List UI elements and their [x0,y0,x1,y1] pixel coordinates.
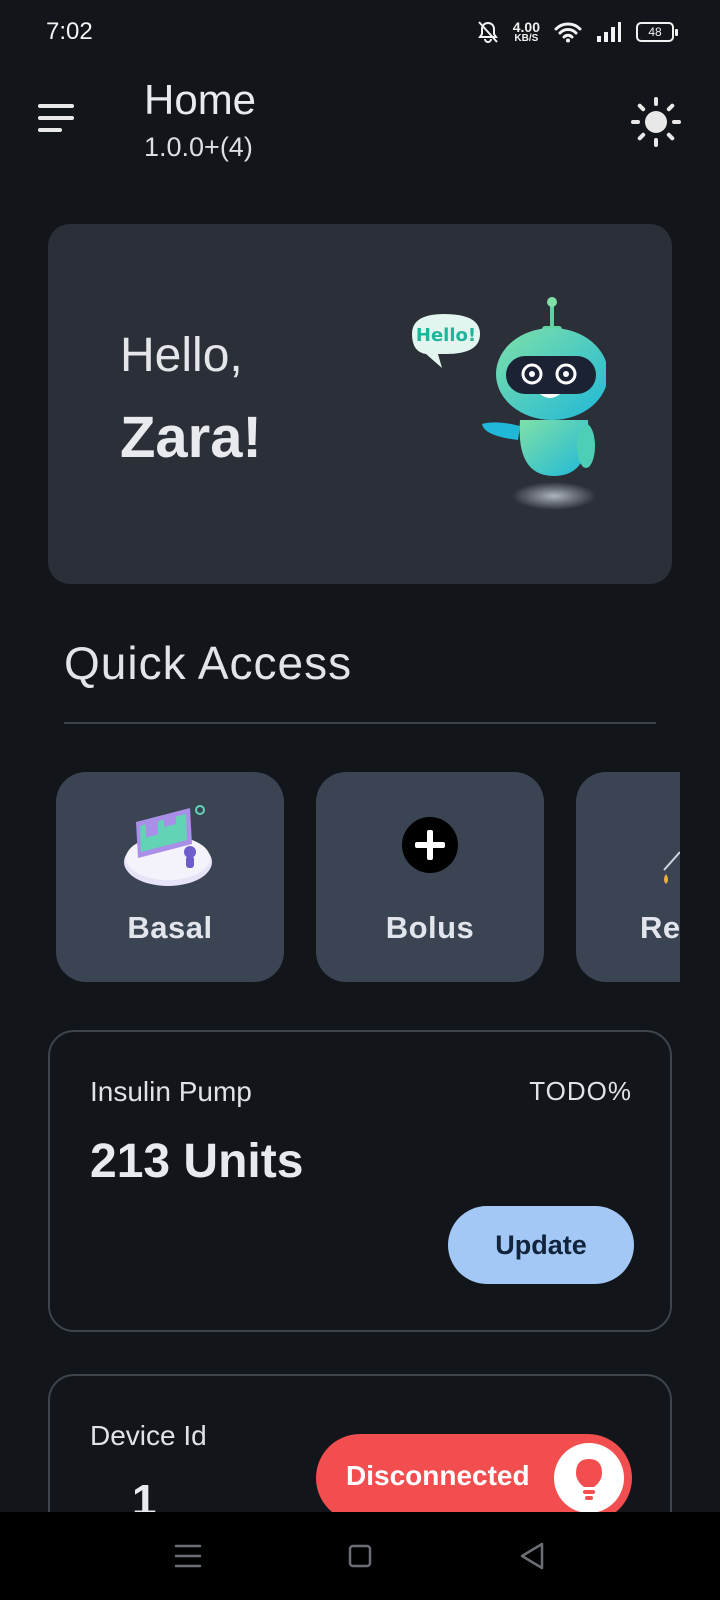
status-time: 7:02 [46,18,93,45]
back-triangle-icon [520,1542,544,1570]
quick-access-row[interactable]: Basal Bolus Re [56,772,680,982]
robot-bubble-text: Hello! [416,325,476,346]
insulin-pump-units: 213 Units [90,1135,304,1188]
insulin-pump-card: Insulin Pump TODO% 213 Units Update [48,1030,672,1332]
battery-level: 48 [648,25,662,39]
update-button[interactable]: Update [448,1206,634,1284]
plus-circle-icon [402,817,458,873]
greeting-hello: Hello, [120,329,243,382]
sun-icon [631,97,681,147]
bell-muted-icon [477,21,498,43]
nav-back-button[interactable] [510,1534,554,1578]
quick-access-basal[interactable]: Basal [56,772,284,982]
drop-icon [663,851,680,884]
greeting-name: Zara! [120,405,262,470]
signal-icon [597,22,621,42]
device-id-label: Device Id [90,1420,207,1451]
page-title: Home [144,76,257,123]
divider [64,722,656,724]
network-speed-value: 4.00 [512,19,540,35]
insulin-pump-label: Insulin Pump [90,1076,252,1107]
connection-status-label: Disconnected [346,1460,530,1491]
wifi-icon [554,22,582,43]
robot-illustration: Hello! [412,297,606,510]
nav-home-button[interactable] [338,1534,382,1578]
square-icon [348,1544,372,1568]
menu-icon-line [38,128,62,132]
greeting-card: Hello, Zara! Hello! [48,224,672,584]
menu-icon [38,104,74,108]
quick-access-title: Quick Access [64,637,353,689]
status-icons: 4.00 KB/S 48 [477,20,678,44]
theme-toggle-button[interactable] [630,96,682,148]
quick-access-bolus-label: Bolus [385,910,475,945]
quick-access-basal-label: Basal [127,910,213,945]
menu-button[interactable] [36,104,76,138]
quick-access-bolus[interactable]: Bolus [316,772,544,982]
battery-icon: 48 [636,22,678,42]
connection-status-button[interactable]: Disconnected [316,1434,632,1522]
network-speed-unit: KB/S [514,33,539,44]
menu-lines-icon [174,1544,202,1568]
system-nav-bar [0,1512,720,1600]
status-bar: 7:02 4.00 KB/S 48 [0,0,720,64]
app-bar: Home 1.0.0+(4) [0,64,720,184]
app-version: 1.0.0+(4) [144,132,253,162]
quick-access-re[interactable]: Re [576,772,680,982]
insulin-pump-percent: TODO% [529,1076,632,1106]
basal-icon [124,805,212,886]
quick-access-re-label: Re [640,910,680,945]
lightbulb-icon [554,1443,624,1513]
menu-icon-line [38,116,74,120]
nav-menu-button[interactable] [166,1534,210,1578]
network-speed: 4.00 KB/S [513,20,540,44]
